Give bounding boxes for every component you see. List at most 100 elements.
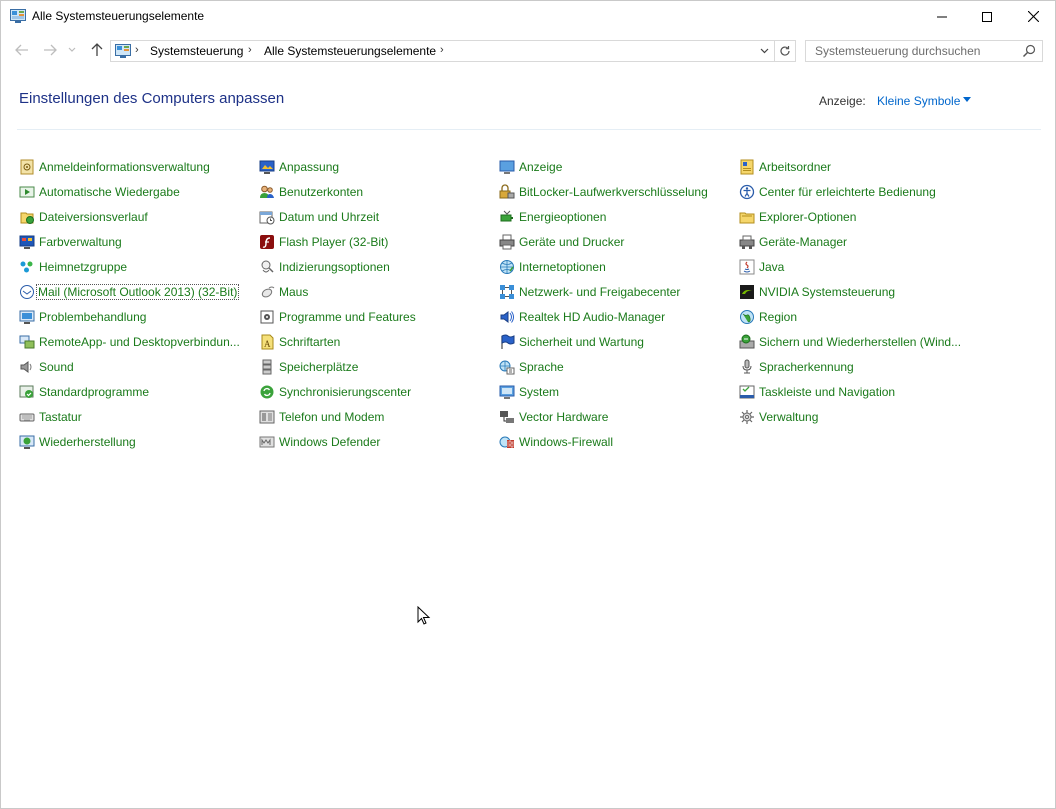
address-history-button[interactable] [756,43,772,59]
item-label: Programme und Features [279,310,416,324]
item-vector-hardware[interactable]: Vector Hardware [499,408,608,426]
item-dateiversionsverlauf[interactable]: Dateiversionsverlauf [19,208,148,226]
item-flash-player-32-bit[interactable]: Flash Player (32-Bit) [259,233,388,251]
item-label: Windows-Firewall [519,435,614,449]
item-label: Maus [279,285,309,299]
forward-button[interactable] [40,40,60,60]
caret-down-icon[interactable] [963,97,971,102]
maximize-button[interactable] [964,1,1010,32]
item-telefon-und-modem[interactable]: Telefon und Modem [259,408,384,426]
item-anpassung[interactable]: Anpassung [259,158,339,176]
item-realtek-hd-audio-manager[interactable]: Realtek HD Audio-Manager [499,308,665,326]
search-input[interactable] [806,41,1018,61]
up-button[interactable] [87,40,107,60]
item-label: Verwaltung [759,410,819,424]
item-maus[interactable]: Maus [259,283,308,301]
item-label: Realtek HD Audio-Manager [519,310,666,324]
item-wiederherstellung[interactable]: Wiederherstellung [19,433,136,451]
item-label: Center für erleichterte Bedienung [759,185,936,199]
item-windows-defender[interactable]: Windows Defender [259,433,380,451]
item-energieoptionen[interactable]: Energieoptionen [499,208,606,226]
item-farbverwaltung[interactable]: Farbverwaltung [19,233,122,251]
item-center-für-erleichterte-bedienung[interactable]: Center für erleichterte Bedienung [739,183,936,201]
item-mail-microsoft-outlook-2013-32-bit[interactable]: Mail (Microsoft Outlook 2013) (32-Bit) [19,283,240,301]
item-remoteapp-und-desktopverbindun[interactable]: RemoteApp- und Desktopverbindun... [19,333,240,351]
user-accounts-icon [260,185,274,198]
item-anmeldeinformationsverwaltung[interactable]: Anmeldeinformationsverwaltung [19,158,210,176]
item-sprache[interactable]: Sprache [499,358,564,376]
item-benutzerkonten[interactable]: Benutzerkonten [259,183,363,201]
breadcrumb-current[interactable]: Alle Systemsteuerungselemente [264,44,436,58]
minimize-button[interactable] [919,1,965,32]
item-geräte-und-drucker[interactable]: Geräte und Drucker [499,233,624,251]
close-button[interactable] [1010,1,1056,32]
item-datum-und-uhrzeit[interactable]: Datum und Uhrzeit [259,208,379,226]
item-explorer-optionen[interactable]: Explorer-Optionen [739,208,856,226]
item-indizierungsoptionen[interactable]: Indizierungsoptionen [259,258,390,276]
backup-restore-icon [739,334,755,349]
arrow-up-icon [91,43,103,56]
item-programme-und-features[interactable]: Programme und Features [259,308,416,326]
breadcrumb-systemsteuerung[interactable]: Systemsteuerung [150,44,243,58]
breadcrumb-separator-icon[interactable]: › [440,44,444,56]
item-region[interactable]: Region [739,308,797,326]
item-label: Schriftarten [279,335,341,349]
refresh-button[interactable] [774,40,796,62]
search-icon[interactable] [1022,44,1036,58]
display-icon [499,160,515,174]
breadcrumb-separator-icon[interactable]: › [248,44,252,56]
item-speicherplätze[interactable]: Speicherplätze [259,358,358,376]
item-system[interactable]: System [499,383,559,401]
item-nvidia-systemsteuerung[interactable]: NVIDIA Systemsteuerung [739,283,895,301]
item-schriftarten[interactable]: A Schriftarten [259,333,340,351]
item-bitlocker-laufwerkverschlüsselung[interactable]: BitLocker-Laufwerkverschlüsselung [499,183,708,201]
item-sichern-und-wiederherstellen-wind[interactable]: Sichern und Wiederherstellen (Wind... [739,333,961,351]
item-netzwerk-und-freigabecenter[interactable]: Netzwerk- und Freigabecenter [499,283,680,301]
control-panel-icon [10,9,26,23]
file-history-icon [20,212,34,224]
windows-defender-icon [259,436,275,448]
item-tastatur[interactable]: Tastatur [19,408,82,426]
item-label: Geräte-Manager [759,235,848,249]
item-label: Tastatur [39,410,82,424]
item-label: Sound [39,360,74,374]
back-button[interactable] [12,40,32,60]
address-bar[interactable]: › Systemsteuerung › Alle Systemsteuerung… [110,40,775,62]
item-windows-firewall[interactable]: Windows-Firewall [499,433,613,451]
item-verwaltung[interactable]: Verwaltung [739,408,818,426]
item-sicherheit-und-wartung[interactable]: Sicherheit und Wartung [499,333,644,351]
item-java[interactable]: Java [739,258,784,276]
item-arbeitsordner[interactable]: Arbeitsordner [739,158,831,176]
item-synchronisierungscenter[interactable]: Synchronisierungscenter [259,383,411,401]
indexing-icon [261,260,274,273]
item-label: Flash Player (32-Bit) [279,235,389,249]
item-geräte-manager[interactable]: Geräte-Manager [739,233,847,251]
item-sound[interactable]: Sound [19,358,74,376]
item-spracherkennung[interactable]: Spracherkennung [739,358,854,376]
item-label: Explorer-Optionen [759,210,857,224]
item-label: Vector Hardware [519,410,609,424]
item-label: Sicherheit und Wartung [519,335,644,349]
bitlocker-icon [499,184,515,199]
search-box[interactable] [805,40,1043,62]
troubleshooting-icon [19,310,35,324]
item-internetoptionen[interactable]: Internetoptionen [499,258,606,276]
item-standardprogramme[interactable]: Standardprogramme [19,383,149,401]
item-label: Internetoptionen [519,260,606,274]
item-problembehandlung[interactable]: Problembehandlung [19,308,146,326]
item-taskleiste-und-navigation[interactable]: Taskleiste und Navigation [739,383,895,401]
view-mode-dropdown[interactable]: Kleine Symbole [877,94,960,108]
item-label: Sichern und Wiederherstellen (Wind... [759,335,962,349]
item-label: Datum und Uhrzeit [279,210,380,224]
recent-locations-button[interactable] [65,40,79,60]
item-label: Anzeige [519,160,563,174]
mouse-icon [261,286,275,298]
breadcrumb-separator-icon[interactable]: › [135,44,139,56]
item-anzeige[interactable]: Anzeige [499,158,562,176]
taskbar-icon [739,385,755,399]
autoplay-icon [19,186,35,198]
system-icon [499,385,515,399]
item-heimnetzgruppe[interactable]: Heimnetzgruppe [19,258,127,276]
item-label: System [519,385,560,399]
item-automatische-wiedergabe[interactable]: Automatische Wiedergabe [19,183,180,201]
